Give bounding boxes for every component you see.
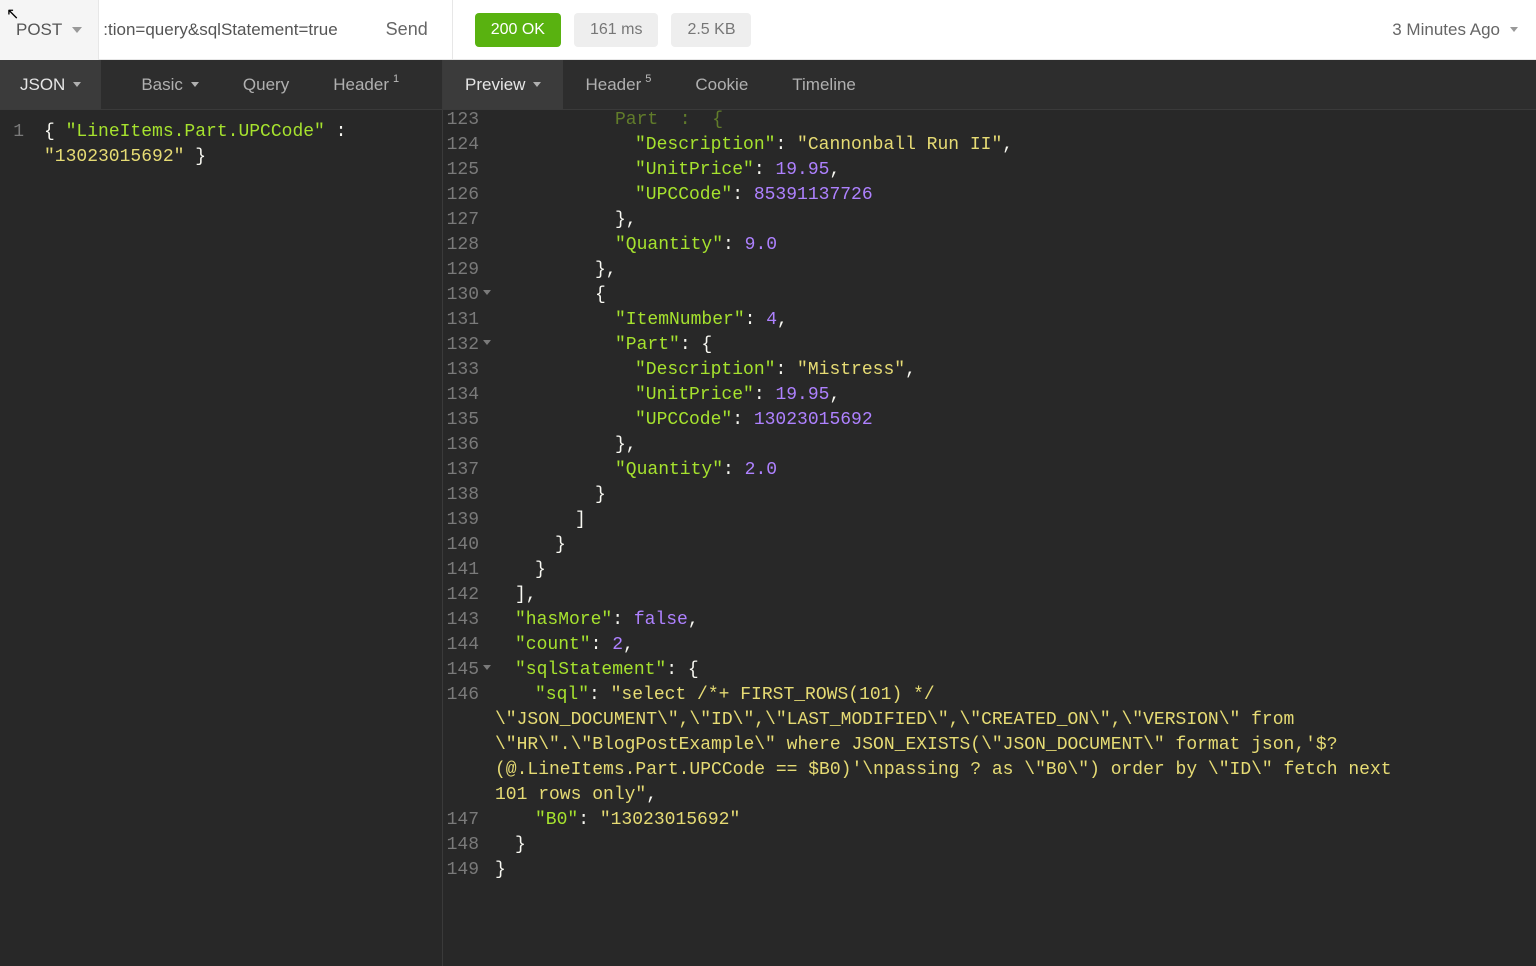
fold-icon[interactable] bbox=[483, 665, 491, 670]
response-panel: Preview Header5 Cookie Timeline 123 Part… bbox=[443, 60, 1536, 966]
fold-icon[interactable] bbox=[483, 290, 491, 295]
chevron-down-icon bbox=[73, 82, 81, 87]
send-button[interactable]: Send bbox=[362, 0, 452, 60]
http-method-label: POST bbox=[16, 20, 62, 40]
time-ago-select[interactable]: 3 Minutes Ago bbox=[1392, 20, 1518, 40]
chevron-down-icon bbox=[533, 82, 541, 87]
tab-json[interactable]: JSON bbox=[0, 60, 101, 109]
url-text: :tion=query&sqlStatement=true bbox=[103, 20, 337, 40]
tab-header-req[interactable]: Header1 bbox=[311, 60, 421, 109]
tab-timeline[interactable]: Timeline bbox=[770, 60, 878, 109]
chevron-down-icon bbox=[1510, 27, 1518, 32]
request-panel: JSON Basic Query Header1 1 { "LineItems.… bbox=[0, 60, 443, 966]
latency-badge: 161 ms bbox=[574, 13, 658, 47]
size-badge: 2.5 KB bbox=[671, 13, 751, 47]
chevron-down-icon bbox=[191, 82, 199, 87]
fold-icon[interactable] bbox=[483, 340, 491, 345]
divider bbox=[452, 0, 453, 60]
response-body[interactable]: 123 Part : { 124 "Description": "Cannonb… bbox=[443, 98, 1536, 966]
mouse-cursor-icon: ↖ bbox=[6, 4, 19, 24]
tab-basic[interactable]: Basic bbox=[119, 60, 221, 109]
status-badge: 200 OK bbox=[475, 13, 561, 47]
tab-preview[interactable]: Preview bbox=[443, 60, 563, 109]
request-body-text: { "LineItems.Part.UPCCode" : bbox=[34, 120, 428, 145]
tab-header-resp[interactable]: Header5 bbox=[563, 60, 673, 109]
request-body-editor[interactable]: 1 { "LineItems.Part.UPCCode" : "13023015… bbox=[0, 110, 442, 966]
request-tabs: JSON Basic Query Header1 bbox=[0, 60, 442, 110]
time-ago-label: 3 Minutes Ago bbox=[1392, 20, 1500, 40]
chevron-down-icon bbox=[72, 27, 82, 33]
request-toolbar: ↖ POST :tion=query&sqlStatement=true Sen… bbox=[0, 0, 1536, 60]
tab-cookie[interactable]: Cookie bbox=[673, 60, 770, 109]
url-input[interactable]: :tion=query&sqlStatement=true bbox=[99, 20, 337, 40]
line-number: 1 bbox=[0, 120, 34, 145]
request-body-text: "13023015692" } bbox=[34, 145, 428, 170]
tab-query[interactable]: Query bbox=[221, 60, 311, 109]
